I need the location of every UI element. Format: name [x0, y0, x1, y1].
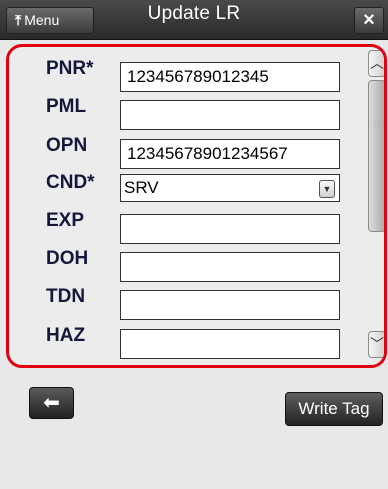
- back-button[interactable]: ⬅: [29, 387, 74, 419]
- close-icon: ×: [363, 9, 375, 31]
- chevron-down-icon: ▼: [319, 180, 335, 198]
- field-label-pml: PML: [46, 96, 87, 117]
- cnd-select[interactable]: SRV ▼: [120, 174, 340, 202]
- form-row-pnr: PNR* 123456789012345: [9, 54, 369, 92]
- form-row-opn: OPN 12345678901234567: [9, 131, 369, 169]
- page-title: Update LR: [147, 3, 241, 24]
- form-row-haz: HAZ: [9, 321, 369, 359]
- pml-field[interactable]: [120, 100, 340, 130]
- form-panel: PNR* 123456789012345 PML OPN 12345678901…: [6, 44, 387, 368]
- vertical-scrollbar[interactable]: ︿ · · · · · · · · ﹀: [366, 47, 384, 365]
- grip-icon: · · · ·: [374, 121, 380, 130]
- form-row-pml: PML: [9, 92, 369, 130]
- title-bar: ⤒ Menu Update LR ×: [0, 0, 388, 40]
- doh-field[interactable]: [120, 252, 340, 282]
- close-button[interactable]: ×: [354, 7, 384, 34]
- field-label-tdn: TDN: [46, 286, 86, 307]
- opn-field[interactable]: 12345678901234567: [120, 139, 340, 169]
- scroll-up-icon[interactable]: ︿: [368, 50, 384, 77]
- form-row-cnd: CND* SRV ▼: [9, 168, 369, 204]
- tdn-field[interactable]: [120, 290, 340, 320]
- field-label-cnd: CND*: [46, 172, 95, 193]
- haz-field[interactable]: [120, 329, 340, 359]
- arrow-left-icon: ⬅: [43, 392, 60, 414]
- exp-field[interactable]: [120, 214, 340, 244]
- form-row-exp: EXP: [9, 206, 369, 244]
- grip-icon: · · · ·: [374, 204, 380, 213]
- field-label-opn: OPN: [46, 135, 88, 156]
- pnr-field[interactable]: 123456789012345: [120, 62, 340, 92]
- field-label-exp: EXP: [46, 210, 85, 231]
- scroll-down-icon[interactable]: ﹀: [368, 331, 384, 358]
- form-row-tdn: TDN: [9, 282, 369, 320]
- field-label-pnr: PNR*: [46, 58, 94, 79]
- field-label-doh: DOH: [46, 248, 89, 269]
- scroll-thumb[interactable]: · · · · · · · ·: [368, 80, 384, 232]
- field-label-haz: HAZ: [46, 325, 86, 346]
- form-row-doh: DOH: [9, 244, 369, 282]
- cnd-select-value: SRV: [124, 178, 159, 197]
- write-tag-button[interactable]: Write Tag: [285, 392, 383, 426]
